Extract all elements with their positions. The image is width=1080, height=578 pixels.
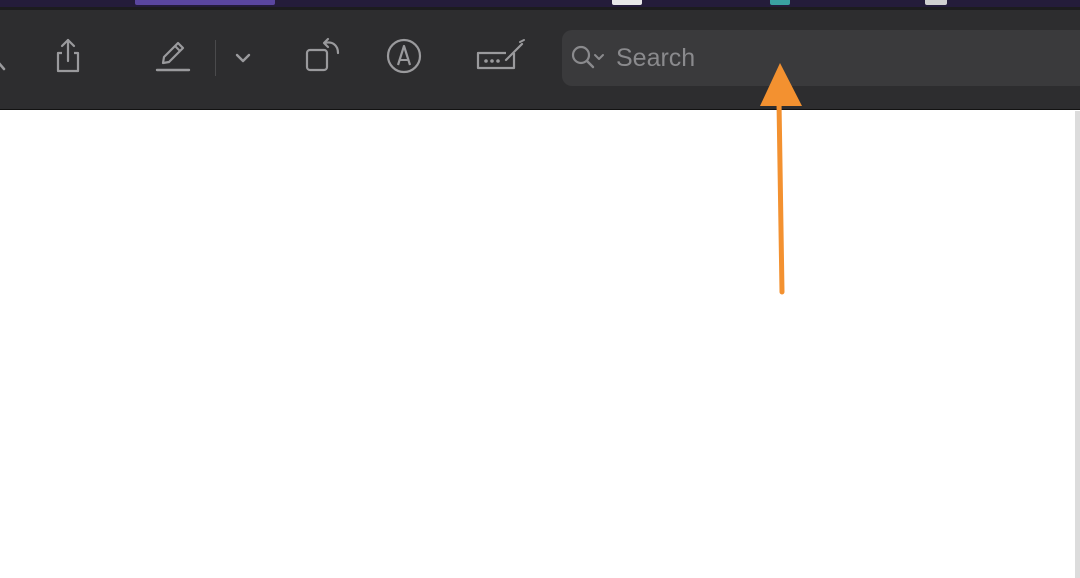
annotate-button[interactable]: [384, 36, 424, 76]
share-button[interactable]: [48, 36, 88, 76]
chevron-down-icon: [594, 54, 604, 60]
toolbar-edge-icon[interactable]: [0, 36, 20, 76]
search-field[interactable]: [562, 30, 1080, 86]
rotate-button[interactable]: [302, 36, 342, 76]
desktop-glimpse: [925, 0, 947, 5]
pen-tip-circle-icon: [386, 38, 422, 74]
markup-button[interactable]: [153, 36, 193, 76]
toolbar-divider: [215, 40, 216, 76]
search-menu-button[interactable]: [570, 44, 610, 72]
rotate-icon: [305, 37, 340, 72]
share-icon: [56, 38, 80, 73]
desktop-glimpse: [770, 0, 790, 5]
page-edge: [1075, 111, 1080, 578]
desktop-glimpse: [612, 0, 642, 5]
search-icon: [571, 45, 604, 69]
toolbar: [0, 10, 1080, 110]
form-fill-button[interactable]: [476, 36, 526, 76]
form-field-icon: [476, 39, 525, 70]
highlight-pen-icon: [155, 41, 191, 72]
desktop-glimpse: [135, 0, 275, 5]
document-page: [0, 111, 1075, 578]
markup-menu-button[interactable]: [223, 36, 263, 76]
partial-icon: [0, 62, 6, 71]
desktop-background-strip: [0, 0, 1080, 7]
search-input[interactable]: [616, 42, 1076, 74]
chevron-down-icon: [235, 53, 251, 63]
